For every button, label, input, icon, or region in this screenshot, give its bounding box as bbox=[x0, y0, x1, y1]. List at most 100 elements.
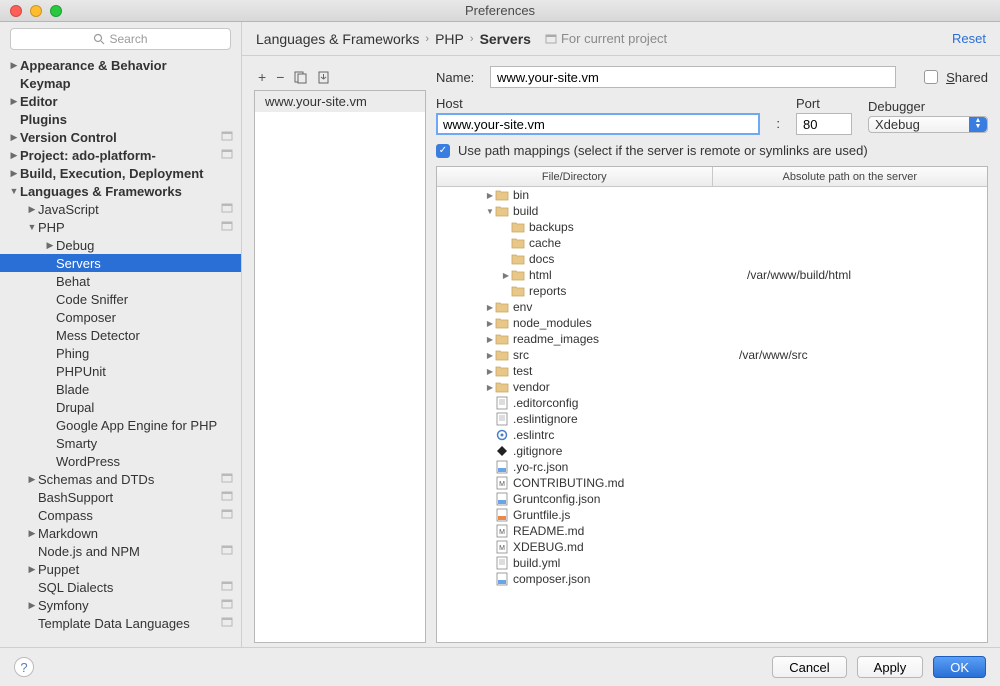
help-button[interactable]: ? bbox=[14, 657, 34, 677]
sidebar-item[interactable]: BashSupport bbox=[0, 488, 241, 506]
tree-label: Composer bbox=[56, 310, 235, 325]
path-row[interactable]: ▶src/var/www/src bbox=[437, 347, 987, 363]
sidebar-item[interactable]: Blade bbox=[0, 380, 241, 398]
path-row[interactable]: build.yml bbox=[437, 555, 987, 571]
sidebar-item[interactable]: ▶Build, Execution, Deployment bbox=[0, 164, 241, 182]
breadcrumb-a[interactable]: Languages & Frameworks bbox=[256, 31, 419, 47]
sidebar-item[interactable]: ▶Project: ado-platform- bbox=[0, 146, 241, 164]
chevron-updown-icon: ▲▼ bbox=[969, 117, 987, 132]
path-row[interactable]: Gruntconfig.json bbox=[437, 491, 987, 507]
sidebar-item[interactable]: WordPress bbox=[0, 452, 241, 470]
path-row[interactable]: MXDEBUG.md bbox=[437, 539, 987, 555]
breadcrumb-b[interactable]: PHP bbox=[435, 31, 464, 47]
path-row[interactable]: ▶bin bbox=[437, 187, 987, 203]
sidebar-item[interactable]: ▶Editor bbox=[0, 92, 241, 110]
disclosure-arrow-icon: ▶ bbox=[26, 564, 38, 575]
shared-checkbox[interactable] bbox=[924, 70, 938, 84]
apply-button[interactable]: Apply bbox=[857, 656, 924, 678]
sidebar-item[interactable]: ▶Version Control bbox=[0, 128, 241, 146]
sidebar-item[interactable]: ▼PHP bbox=[0, 218, 241, 236]
path-mappings-checkbox[interactable]: ✓ bbox=[436, 144, 450, 158]
sidebar-item[interactable]: SQL Dialects bbox=[0, 578, 241, 596]
sidebar-item[interactable]: Node.js and NPM bbox=[0, 542, 241, 560]
disclosure-arrow-icon: ▶ bbox=[485, 319, 495, 328]
cancel-button[interactable]: Cancel bbox=[772, 656, 846, 678]
path-row[interactable]: composer.json bbox=[437, 571, 987, 587]
sidebar-item[interactable]: PHPUnit bbox=[0, 362, 241, 380]
path-row[interactable]: ▶test bbox=[437, 363, 987, 379]
project-icon bbox=[545, 33, 557, 45]
path-row[interactable]: Gruntfile.js bbox=[437, 507, 987, 523]
sidebar-item[interactable]: Smarty bbox=[0, 434, 241, 452]
sidebar-item[interactable]: Servers bbox=[0, 254, 241, 272]
sidebar-item[interactable]: Plugins bbox=[0, 110, 241, 128]
file-label: html bbox=[529, 268, 552, 282]
tree-label: SQL Dialects bbox=[38, 580, 221, 595]
sidebar-item[interactable]: Compass bbox=[0, 506, 241, 524]
sidebar-item[interactable]: Google App Engine for PHP bbox=[0, 416, 241, 434]
path-row[interactable]: ▶html/var/www/build/html bbox=[437, 267, 987, 283]
sidebar-item[interactable]: ▶Puppet bbox=[0, 560, 241, 578]
port-field[interactable] bbox=[796, 113, 852, 135]
json-icon bbox=[495, 572, 509, 586]
path-row[interactable]: ▶node_modules bbox=[437, 315, 987, 331]
ok-button[interactable]: OK bbox=[933, 656, 986, 678]
sidebar-item[interactable]: ▶JavaScript bbox=[0, 200, 241, 218]
sidebar-item[interactable]: ▶Symfony bbox=[0, 596, 241, 614]
search-input[interactable]: Search bbox=[10, 28, 231, 50]
path-row[interactable]: docs bbox=[437, 251, 987, 267]
debugger-select[interactable]: Xdebug ▲▼ bbox=[868, 116, 988, 133]
tree-label: Languages & Frameworks bbox=[20, 184, 235, 199]
path-row[interactable]: M README.md bbox=[437, 523, 987, 539]
sidebar-item[interactable]: ▶Schemas and DTDs bbox=[0, 470, 241, 488]
sidebar-item[interactable]: Code Sniffer bbox=[0, 290, 241, 308]
sidebar-item[interactable]: ▶Markdown bbox=[0, 524, 241, 542]
path-row[interactable]: ▶readme_images bbox=[437, 331, 987, 347]
absolute-path-cell[interactable]: /var/www/src bbox=[733, 348, 987, 362]
path-row[interactable]: ▼build bbox=[437, 203, 987, 219]
breadcrumb: Languages & Frameworks › PHP › Servers F… bbox=[256, 31, 667, 47]
server-list-item[interactable]: www.your-site.vm bbox=[255, 91, 425, 112]
path-row[interactable]: .yo-rc.json bbox=[437, 459, 987, 475]
sidebar-item[interactable]: ▼Languages & Frameworks bbox=[0, 182, 241, 200]
path-row[interactable]: ▶vendor bbox=[437, 379, 987, 395]
path-rows[interactable]: ▶bin▼buildbackupscachedocs▶html/var/www/… bbox=[437, 187, 987, 642]
add-button[interactable]: + bbox=[258, 69, 266, 85]
path-row[interactable]: .editorconfig bbox=[437, 395, 987, 411]
path-row[interactable]: reports bbox=[437, 283, 987, 299]
sidebar-item[interactable]: ▶Appearance & Behavior bbox=[0, 56, 241, 74]
path-row[interactable]: cache bbox=[437, 235, 987, 251]
sidebar-item[interactable]: Behat bbox=[0, 272, 241, 290]
sidebar-item[interactable]: Composer bbox=[0, 308, 241, 326]
md-icon: M bbox=[495, 524, 509, 538]
tree-label: Mess Detector bbox=[56, 328, 235, 343]
reset-link[interactable]: Reset bbox=[952, 31, 986, 46]
import-button[interactable] bbox=[317, 71, 330, 84]
sidebar-item[interactable]: Mess Detector bbox=[0, 326, 241, 344]
host-field[interactable] bbox=[436, 113, 760, 135]
path-row[interactable]: .eslintrc bbox=[437, 427, 987, 443]
name-field[interactable] bbox=[490, 66, 896, 88]
path-row[interactable]: backups bbox=[437, 219, 987, 235]
copy-button[interactable] bbox=[294, 71, 307, 84]
sidebar-item[interactable]: Drupal bbox=[0, 398, 241, 416]
server-list[interactable]: www.your-site.vm bbox=[254, 90, 426, 643]
sidebar-item[interactable]: Template Data Languages bbox=[0, 614, 241, 632]
file-label: README.md bbox=[513, 524, 584, 538]
col-file-directory[interactable]: File/Directory bbox=[437, 167, 713, 186]
col-absolute-path[interactable]: Absolute path on the server bbox=[713, 167, 988, 186]
sidebar-item[interactable]: Keymap bbox=[0, 74, 241, 92]
sidebar-item[interactable]: ▶Debug bbox=[0, 236, 241, 254]
path-row[interactable]: .gitignore bbox=[437, 443, 987, 459]
remove-button[interactable]: − bbox=[276, 69, 284, 85]
disclosure-arrow-icon: ▶ bbox=[26, 600, 38, 611]
preferences-tree[interactable]: ▶Appearance & BehaviorKeymap▶EditorPlugi… bbox=[0, 56, 241, 647]
sidebar-item[interactable]: Phing bbox=[0, 344, 241, 362]
disclosure-arrow-icon: ▶ bbox=[8, 132, 20, 143]
project-badge-icon bbox=[221, 202, 235, 216]
path-row[interactable]: MCONTRIBUTING.md bbox=[437, 475, 987, 491]
shared-label: Shared bbox=[946, 70, 988, 85]
path-row[interactable]: .eslintignore bbox=[437, 411, 987, 427]
absolute-path-cell[interactable]: /var/www/build/html bbox=[741, 268, 987, 282]
path-row[interactable]: ▶env bbox=[437, 299, 987, 315]
